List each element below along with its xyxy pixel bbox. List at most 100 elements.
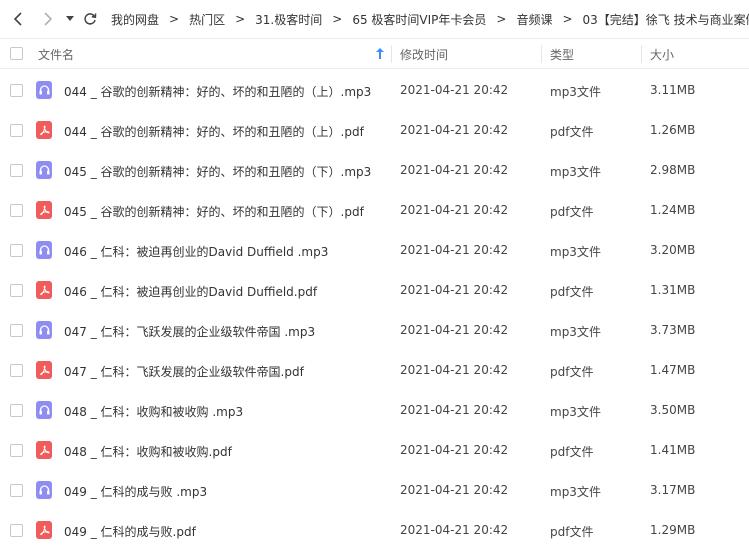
sort-ascending-icon[interactable] xyxy=(376,48,384,59)
toolbar: 我的网盘 > 热门区 >31.极客时间 >65 极客时间VIP年卡会员 > 音频课 >03【完… xyxy=(0,0,749,38)
file-modified-time: 2021-04-21 20:42 xyxy=(400,203,509,217)
file-type: mp3文件 xyxy=(550,245,601,259)
row-checkbox[interactable] xyxy=(10,284,23,297)
breadcrumb-item[interactable]: 热门区 xyxy=(187,11,227,28)
row-checkbox[interactable] xyxy=(10,484,23,497)
breadcrumb-item[interactable]: 03【完结】徐飞 技术与商业案例解读 xyxy=(581,11,749,28)
file-type: pdf文件 xyxy=(550,365,594,379)
file-modified-time: 2021-04-21 20:42 xyxy=(400,483,509,497)
file-row[interactable]: 046 _ 仁科：被迫再创业的David Duffield .mp3 2021-0… xyxy=(0,230,749,270)
file-type: mp3文件 xyxy=(550,325,601,339)
file-name[interactable]: 048 _ 仁科：收购和被收购.pdf xyxy=(64,443,232,460)
file-modified-time: 2021-04-21 20:42 xyxy=(400,283,509,297)
chevron-left-icon xyxy=(13,12,22,26)
row-checkbox[interactable] xyxy=(10,124,23,137)
file-size: 3.20MB xyxy=(650,243,696,257)
file-type: pdf文件 xyxy=(550,525,594,539)
row-checkbox[interactable] xyxy=(10,524,23,537)
file-size: 1.26MB xyxy=(650,123,696,137)
file-name[interactable]: 049 _ 仁科的成与败.pdf xyxy=(64,523,196,540)
refresh-button[interactable] xyxy=(79,0,101,38)
headphones-icon xyxy=(36,81,52,99)
row-checkbox[interactable] xyxy=(10,444,23,457)
file-name[interactable]: 044 _ 谷歌的创新精神：好的、坏的和丑陋的（上）.pdf xyxy=(64,123,364,140)
file-name[interactable]: 046 _ 仁科：被迫再创业的David Duffield.pdf xyxy=(64,283,317,300)
headphones-icon xyxy=(36,161,52,179)
headphones-icon xyxy=(36,401,52,419)
column-header-modified[interactable]: 修改时间 xyxy=(400,46,448,63)
breadcrumb: 我的网盘 > 热门区 >31.极客时间 >65 极客时间VIP年卡会员 > 音频课 >03【完… xyxy=(109,11,749,28)
file-name[interactable]: 046 _ 仁科：被迫再创业的David Duffield .mp3 xyxy=(64,243,328,260)
pdf-icon xyxy=(36,361,52,379)
pdf-icon xyxy=(36,441,52,459)
column-divider[interactable] xyxy=(541,45,542,63)
file-row[interactable]: 044 _ 谷歌的创新精神：好的、坏的和丑陋的（上）.pdf 2021-04-21… xyxy=(0,110,749,150)
file-name[interactable]: 049 _ 仁科的成与败 .mp3 xyxy=(64,483,207,500)
file-modified-time: 2021-04-21 20:42 xyxy=(400,83,509,97)
file-name[interactable]: 047 _ 仁科：飞跃发展的企业级软件帝国.pdf xyxy=(64,363,304,380)
file-size: 3.50MB xyxy=(650,403,696,417)
history-dropdown-button[interactable] xyxy=(61,0,79,38)
file-name[interactable]: 045 _ 谷歌的创新精神：好的、坏的和丑陋的（下）.pdf xyxy=(64,203,364,220)
forward-button[interactable] xyxy=(35,0,61,38)
file-name[interactable]: 047 _ 仁科：飞跃发展的企业级软件帝国 .mp3 xyxy=(64,323,315,340)
headphones-icon xyxy=(36,241,52,259)
file-type: mp3文件 xyxy=(550,85,601,99)
file-name[interactable]: 044 _ 谷歌的创新精神：好的、坏的和丑陋的（上）.mp3 xyxy=(64,83,371,100)
file-type: pdf文件 xyxy=(550,205,594,219)
row-checkbox[interactable] xyxy=(10,84,23,97)
headphones-icon xyxy=(36,481,52,499)
file-size: 1.24MB xyxy=(650,203,696,217)
file-row[interactable]: 047 _ 仁科：飞跃发展的企业级软件帝国.pdf 2021-04-21 20:4… xyxy=(0,350,749,390)
file-row[interactable]: 044 _ 谷歌的创新精神：好的、坏的和丑陋的（上）.mp3 2021-04-21… xyxy=(0,70,749,110)
file-modified-time: 2021-04-21 20:42 xyxy=(400,123,509,137)
chevron-right-icon xyxy=(44,12,53,26)
breadcrumb-item[interactable]: 音频课 xyxy=(514,11,554,28)
column-divider[interactable] xyxy=(641,45,642,63)
row-checkbox[interactable] xyxy=(10,364,23,377)
file-size: 1.41MB xyxy=(650,443,696,457)
row-checkbox[interactable] xyxy=(10,404,23,417)
file-type: pdf文件 xyxy=(550,125,594,139)
file-row[interactable]: 045 _ 谷歌的创新精神：好的、坏的和丑陋的（下）.mp3 2021-04-21… xyxy=(0,150,749,190)
file-row[interactable]: 049 _ 仁科的成与败.pdf 2021-04-21 20:42 pdf文件 1.2… xyxy=(0,510,749,550)
breadcrumb-item[interactable]: 我的网盘 xyxy=(109,11,161,28)
breadcrumb-separator: > xyxy=(235,12,246,26)
column-divider[interactable] xyxy=(391,45,392,63)
column-header-size[interactable]: 大小 xyxy=(650,46,674,63)
back-button[interactable] xyxy=(5,0,31,38)
file-row[interactable]: 048 _ 仁科：收购和被收购 .mp3 2021-04-21 20:42 mp3文… xyxy=(0,390,749,430)
file-row[interactable]: 048 _ 仁科：收购和被收购.pdf 2021-04-21 20:42 pdf文件… xyxy=(0,430,749,470)
row-checkbox[interactable] xyxy=(10,244,23,257)
breadcrumb-item[interactable]: 31.极客时间 xyxy=(253,11,324,28)
file-modified-time: 2021-04-21 20:42 xyxy=(400,163,509,177)
file-row[interactable]: 045 _ 谷歌的创新精神：好的、坏的和丑陋的（下）.pdf 2021-04-21… xyxy=(0,190,749,230)
file-type: mp3文件 xyxy=(550,485,601,499)
column-header-type[interactable]: 类型 xyxy=(550,46,574,63)
breadcrumb-separator: > xyxy=(332,12,343,26)
file-row[interactable]: 049 _ 仁科的成与败 .mp3 2021-04-21 20:42 mp3文件 3.… xyxy=(0,470,749,510)
file-row[interactable]: 047 _ 仁科：飞跃发展的企业级软件帝国 .mp3 2021-04-21 20:… xyxy=(0,310,749,350)
refresh-icon xyxy=(84,13,97,25)
breadcrumb-item[interactable]: 65 极客时间VIP年卡会员 xyxy=(350,11,488,28)
file-modified-time: 2021-04-21 20:42 xyxy=(400,523,509,537)
file-size: 3.11MB xyxy=(650,83,696,97)
pdf-icon xyxy=(36,281,52,299)
breadcrumb-separator: > xyxy=(496,12,507,26)
file-size: 3.73MB xyxy=(650,323,696,337)
select-all-checkbox[interactable] xyxy=(10,47,23,60)
file-modified-time: 2021-04-21 20:42 xyxy=(400,243,509,257)
file-modified-time: 2021-04-21 20:42 xyxy=(400,323,509,337)
file-size: 1.47MB xyxy=(650,363,696,377)
file-name[interactable]: 048 _ 仁科：收购和被收购 .mp3 xyxy=(64,403,243,420)
row-checkbox[interactable] xyxy=(10,204,23,217)
file-size: 1.31MB xyxy=(650,283,696,297)
row-checkbox[interactable] xyxy=(10,324,23,337)
pdf-icon xyxy=(36,121,52,139)
breadcrumb-separator: > xyxy=(169,12,180,26)
row-checkbox[interactable] xyxy=(10,164,23,177)
column-header-name[interactable]: 文件名 xyxy=(38,46,74,63)
file-size: 2.98MB xyxy=(650,163,696,177)
file-row[interactable]: 046 _ 仁科：被迫再创业的David Duffield.pdf 2021-04… xyxy=(0,270,749,310)
file-name[interactable]: 045 _ 谷歌的创新精神：好的、坏的和丑陋的（下）.mp3 xyxy=(64,163,371,180)
